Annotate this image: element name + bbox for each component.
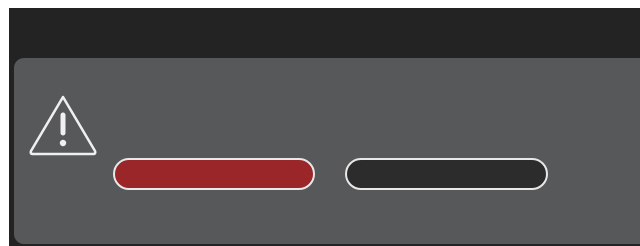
confirm-button[interactable] <box>113 158 315 190</box>
cancel-button[interactable] <box>345 158 548 190</box>
alert-dialog <box>14 58 640 244</box>
warning-icon <box>29 95 97 156</box>
top-bar <box>9 8 640 50</box>
